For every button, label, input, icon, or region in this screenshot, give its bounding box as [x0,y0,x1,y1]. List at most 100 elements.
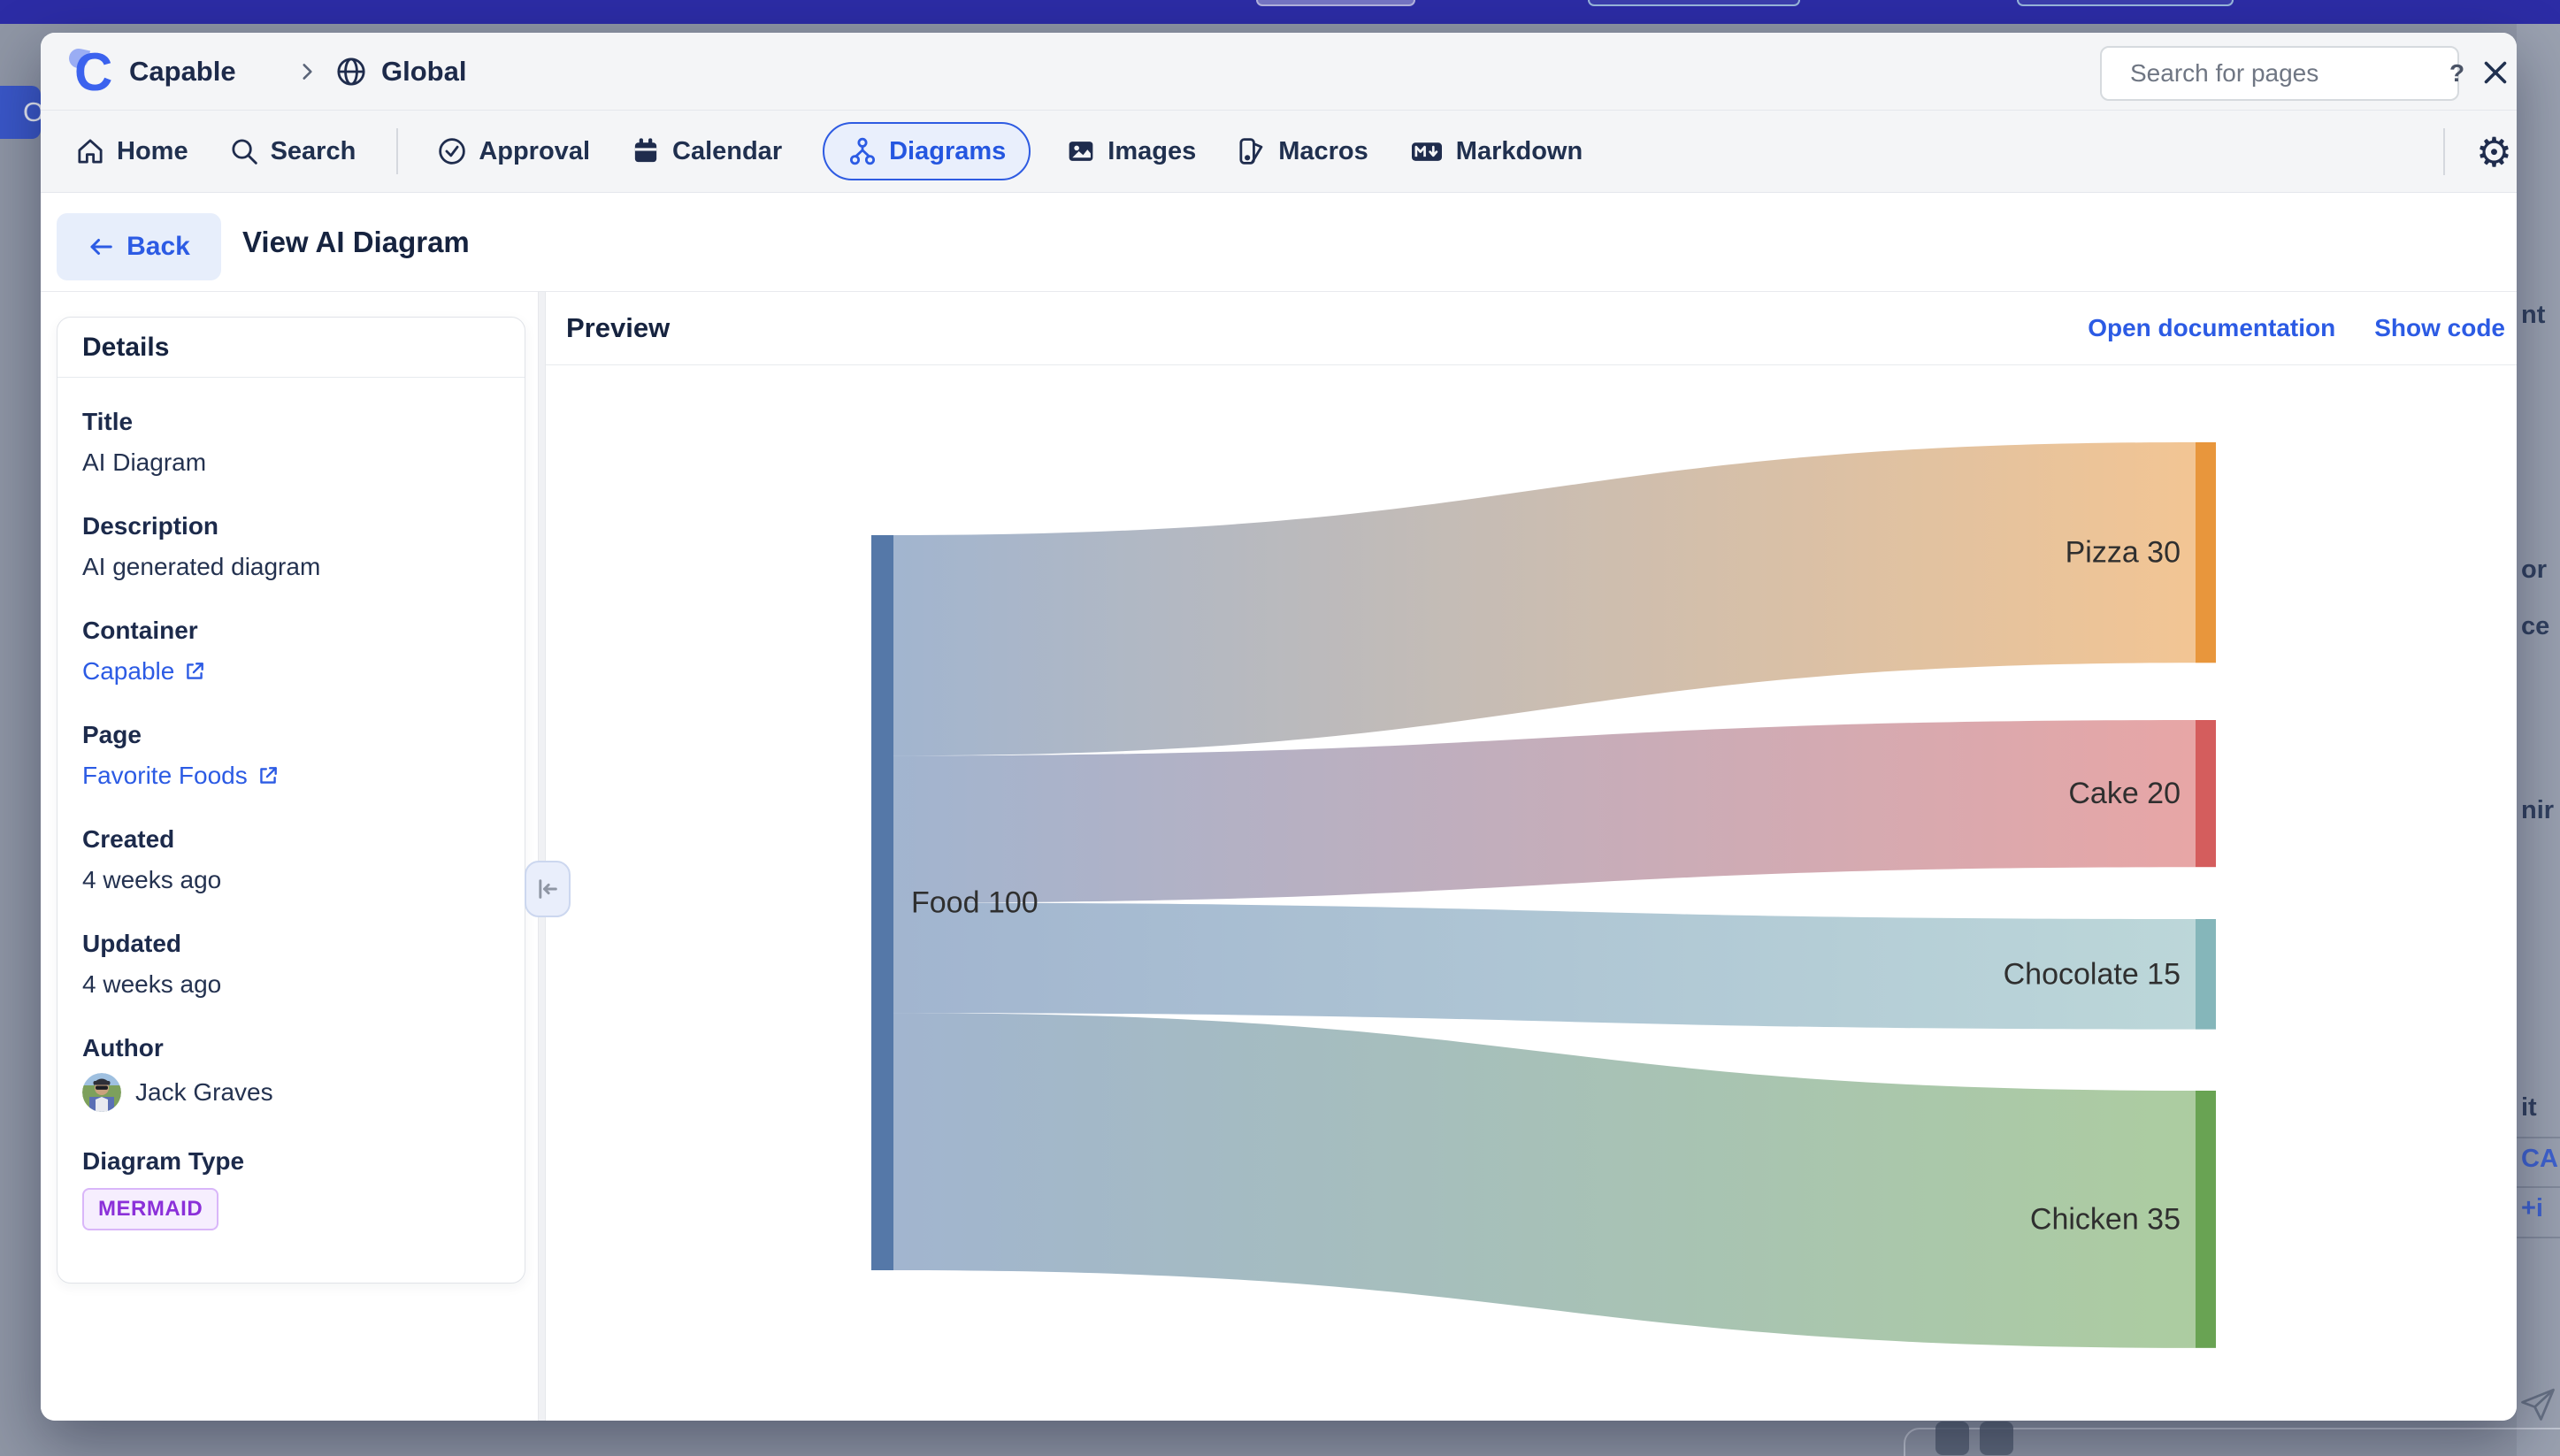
breadcrumb-space[interactable]: Global [335,33,466,111]
nav-label: Search [271,137,356,166]
diagrams-icon [847,136,878,166]
search-shortcut-hint: ? [2449,59,2464,88]
field-value: 4 weeks ago [82,866,500,894]
nav-item-approval[interactable]: Approval [437,136,590,166]
chevron-right-icon [295,33,318,111]
collapse-left-icon [535,877,560,901]
details-body: Title AI Diagram Description AI generate… [57,378,525,1262]
field-label: Created [82,825,500,854]
nav-label: Diagrams [889,137,1006,166]
search-input[interactable] [2130,59,2449,88]
home-icon [75,136,105,166]
background-text-fragment: nt [2521,301,2545,330]
field-label: Container [82,617,500,645]
field-updated: Updated 4 weeks ago [82,930,500,999]
container-link[interactable]: Capable [82,657,500,686]
globe-icon [335,56,367,88]
author-name: Jack Graves [135,1078,273,1107]
background-button-fragment [1588,0,1800,6]
external-link-icon [257,764,280,787]
nav-label: Images [1108,137,1196,166]
modal-header: C Capable Global ? [41,33,2517,111]
nav-label: Approval [479,137,590,166]
screen: O nt or ce nir it CA +i C Capable [0,0,2560,1456]
background-button-fragment [2017,0,2234,6]
field-label: Diagram Type [82,1147,500,1176]
nav-item-images[interactable]: Images [1066,136,1196,166]
field-label: Page [82,721,500,749]
background-text-fragment: +i [2521,1194,2543,1223]
field-title: Title AI Diagram [82,408,500,477]
author-row: Jack Graves [82,1073,500,1112]
background-divider-fragment [2517,1186,2560,1188]
image-icon [1066,136,1096,166]
capable-logo-icon[interactable]: C [69,45,115,98]
preview-panel: Preview Open documentation Show code [546,292,2517,1421]
page-link[interactable]: Favorite Foods [82,762,500,790]
panel-divider [538,292,546,1421]
back-label: Back [126,232,190,262]
background-divider-fragment [2517,1237,2560,1238]
preview-heading: Preview [566,312,670,344]
background-text-fragment: nir [2521,796,2554,825]
view-ai-diagram-modal: C Capable Global ? [41,33,2517,1421]
field-label: Updated [82,930,500,958]
macros-icon [1237,136,1267,166]
back-button[interactable]: Back [57,213,221,280]
field-page: Page Favorite Foods [82,721,500,790]
field-created: Created 4 weeks ago [82,825,500,894]
background-text-fragment: CA [2521,1145,2558,1174]
nav-separator [2443,128,2445,175]
external-link-icon [183,660,206,683]
nav-label: Calendar [672,137,782,166]
arrow-left-icon [88,234,114,260]
gear-icon: ⚙ [2476,128,2512,176]
field-label: Title [82,408,500,436]
nav-label: Macros [1278,137,1368,166]
nav-label: Markdown [1456,137,1583,166]
background-button-fragment-o: O [0,86,41,139]
nav-item-macros[interactable]: Macros [1237,136,1368,166]
field-value: AI Diagram [82,448,500,477]
close-modal-button[interactable] [2473,50,2517,95]
background-text-fragment: it [2521,1093,2537,1123]
field-value: 4 weeks ago [82,970,500,999]
search-icon [229,136,259,166]
nav-label: Home [117,137,188,166]
background-icon-fragment [1980,1422,2013,1455]
background-icon-fragment [1935,1422,1969,1455]
modal-toolbar: Back View AI Diagram [41,193,2517,292]
background-text-fragment: or [2521,556,2547,585]
field-value: AI generated diagram [82,553,500,581]
container-link-label: Capable [82,657,174,686]
page-link-label: Favorite Foods [82,762,248,790]
avatar [82,1073,121,1112]
field-diagram-type: Diagram Type MERMAID [82,1147,500,1230]
background-page-strip [2517,24,2560,1456]
logo-letter: C [74,42,111,103]
show-code-link[interactable]: Show code [2374,314,2505,342]
background-text-fragment: ce [2521,612,2549,641]
breadcrumb-app[interactable]: Capable [129,33,236,111]
background-button-fragment [1256,0,1415,6]
markdown-icon [1409,136,1445,166]
nav-item-diagrams[interactable]: Diagrams [823,122,1031,180]
page-search-box[interactable]: ? [2100,46,2459,101]
collapse-sidebar-button[interactable] [525,861,571,917]
nav-item-home[interactable]: Home [75,136,188,166]
send-icon [2519,1385,2556,1422]
field-label: Description [82,512,500,540]
settings-button[interactable]: ⚙ [2472,111,2517,193]
nav-item-calendar[interactable]: Calendar [631,136,782,166]
page-title: View AI Diagram [242,193,470,292]
open-documentation-link[interactable]: Open documentation [2088,314,2335,342]
background-app-topbar [0,0,2560,24]
background-divider-fragment [2517,1137,2560,1138]
field-description: Description AI generated diagram [82,512,500,581]
details-heading: Details [57,318,525,378]
nav-separator [396,128,398,174]
breadcrumb-space-label: Global [381,56,466,88]
check-circle-icon [437,136,467,166]
nav-item-search[interactable]: Search [229,136,356,166]
nav-item-markdown[interactable]: Markdown [1409,136,1583,166]
